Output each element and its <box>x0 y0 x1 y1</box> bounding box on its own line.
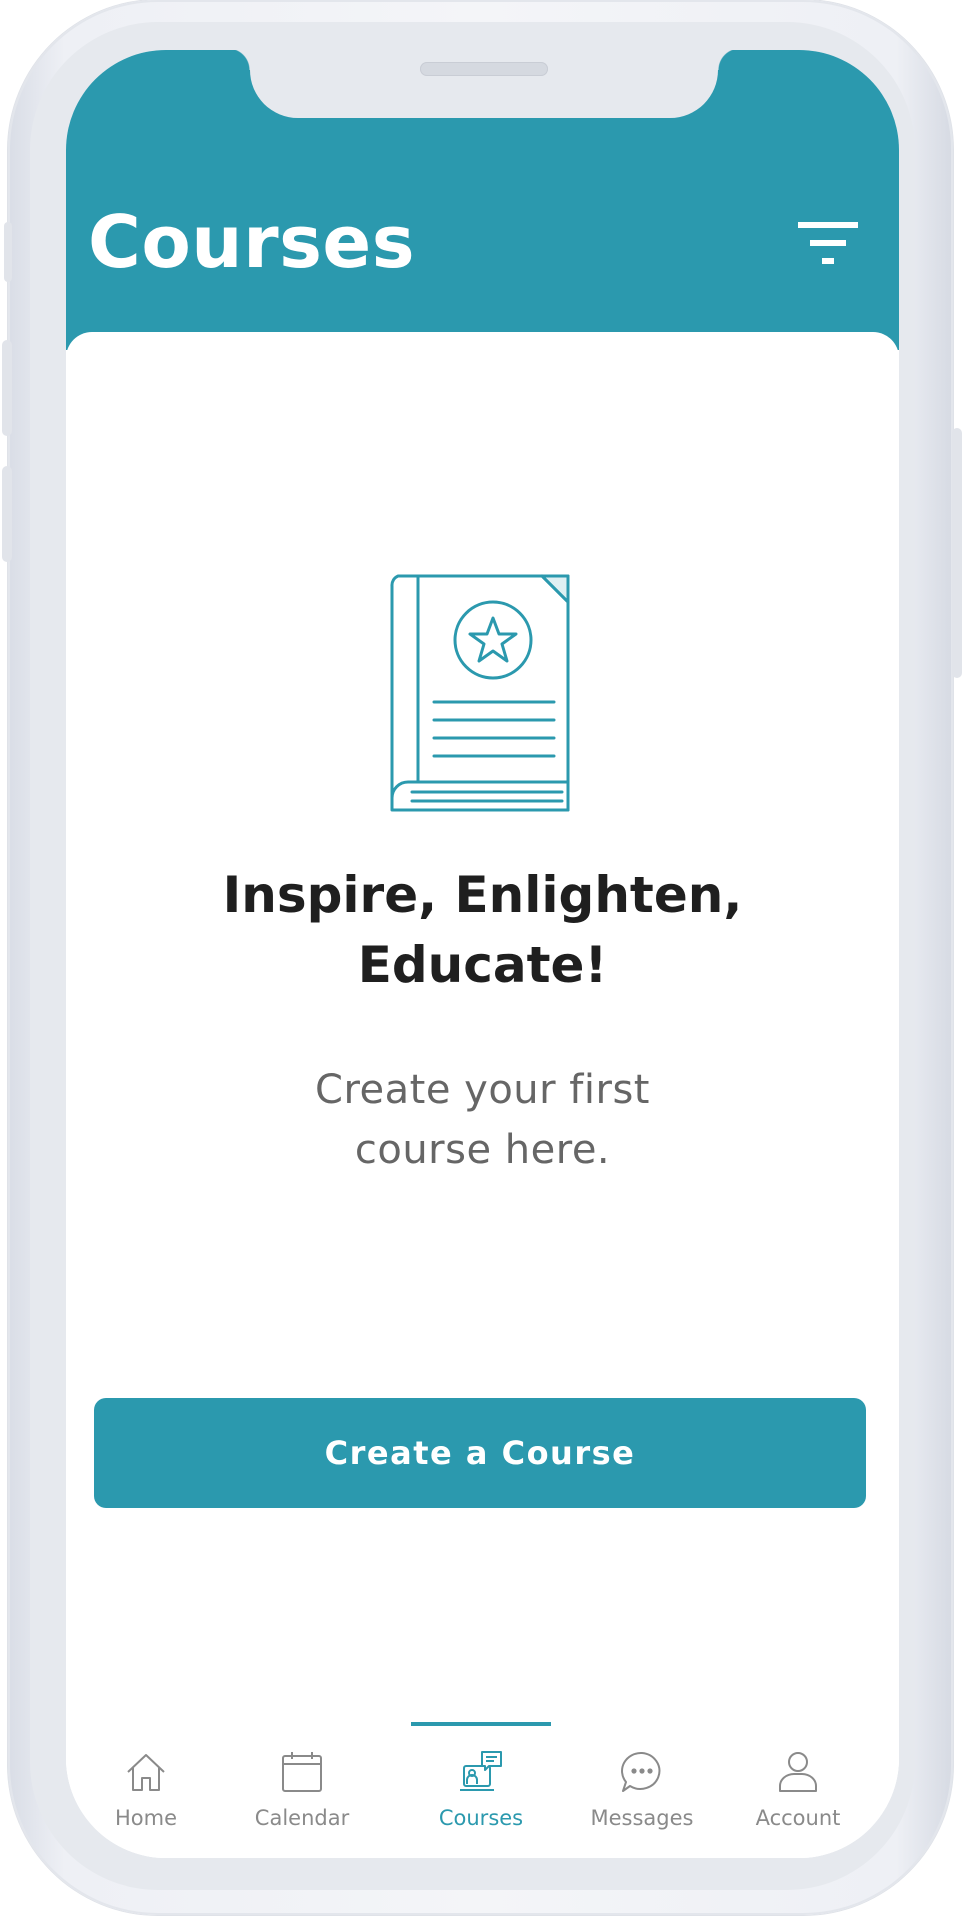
empty-state: Inspire, Enlighten, Educate! Create your… <box>66 332 899 1858</box>
account-icon <box>779 1752 817 1792</box>
filter-button[interactable] <box>796 218 860 274</box>
tab-messages[interactable]: Messages <box>572 1722 712 1858</box>
subtext-line-2: course here. <box>354 1127 611 1173</box>
app-screen: Courses Inspire, Enlighten, Educate! Cre… <box>66 50 899 1858</box>
headline-line-1: Inspire, Enlighten, <box>222 866 743 924</box>
speaker-grille <box>420 62 548 76</box>
headline-line-2: Educate! <box>357 936 608 994</box>
header: Courses <box>66 50 899 350</box>
side-button-volume-up <box>2 340 12 436</box>
tab-label-account: Account <box>755 1806 841 1830</box>
empty-state-subtext: Create your first course here. <box>66 1060 899 1180</box>
side-button-silent <box>4 222 12 282</box>
tab-label-messages: Messages <box>590 1806 694 1830</box>
tab-courses[interactable]: Courses <box>411 1722 551 1858</box>
create-course-button[interactable]: Create a Course <box>94 1398 866 1508</box>
device-mockup: Courses Inspire, Enlighten, Educate! Cre… <box>0 0 965 1919</box>
courses-icon <box>460 1751 502 1791</box>
tab-label-courses: Courses <box>438 1806 524 1830</box>
tab-home[interactable]: Home <box>76 1722 216 1858</box>
subtext-line-1: Create your first <box>315 1067 650 1113</box>
side-button-power <box>952 428 962 678</box>
filter-icon <box>798 222 858 264</box>
side-button-volume-down <box>2 466 12 562</box>
tab-label-calendar: Calendar <box>254 1806 350 1830</box>
bottom-tab-bar: Home Calendar Courses Messages Account <box>66 1722 899 1858</box>
calendar-icon <box>282 1752 322 1792</box>
home-icon <box>127 1754 165 1791</box>
messages-icon <box>621 1751 661 1792</box>
empty-state-headline: Inspire, Enlighten, Educate! <box>66 860 899 1000</box>
notch <box>228 50 740 118</box>
tab-label-home: Home <box>114 1806 177 1830</box>
book-star-icon <box>390 574 570 812</box>
page-title: Courses <box>88 200 416 284</box>
tab-account[interactable]: Account <box>728 1722 868 1858</box>
tab-calendar[interactable]: Calendar <box>232 1722 372 1858</box>
